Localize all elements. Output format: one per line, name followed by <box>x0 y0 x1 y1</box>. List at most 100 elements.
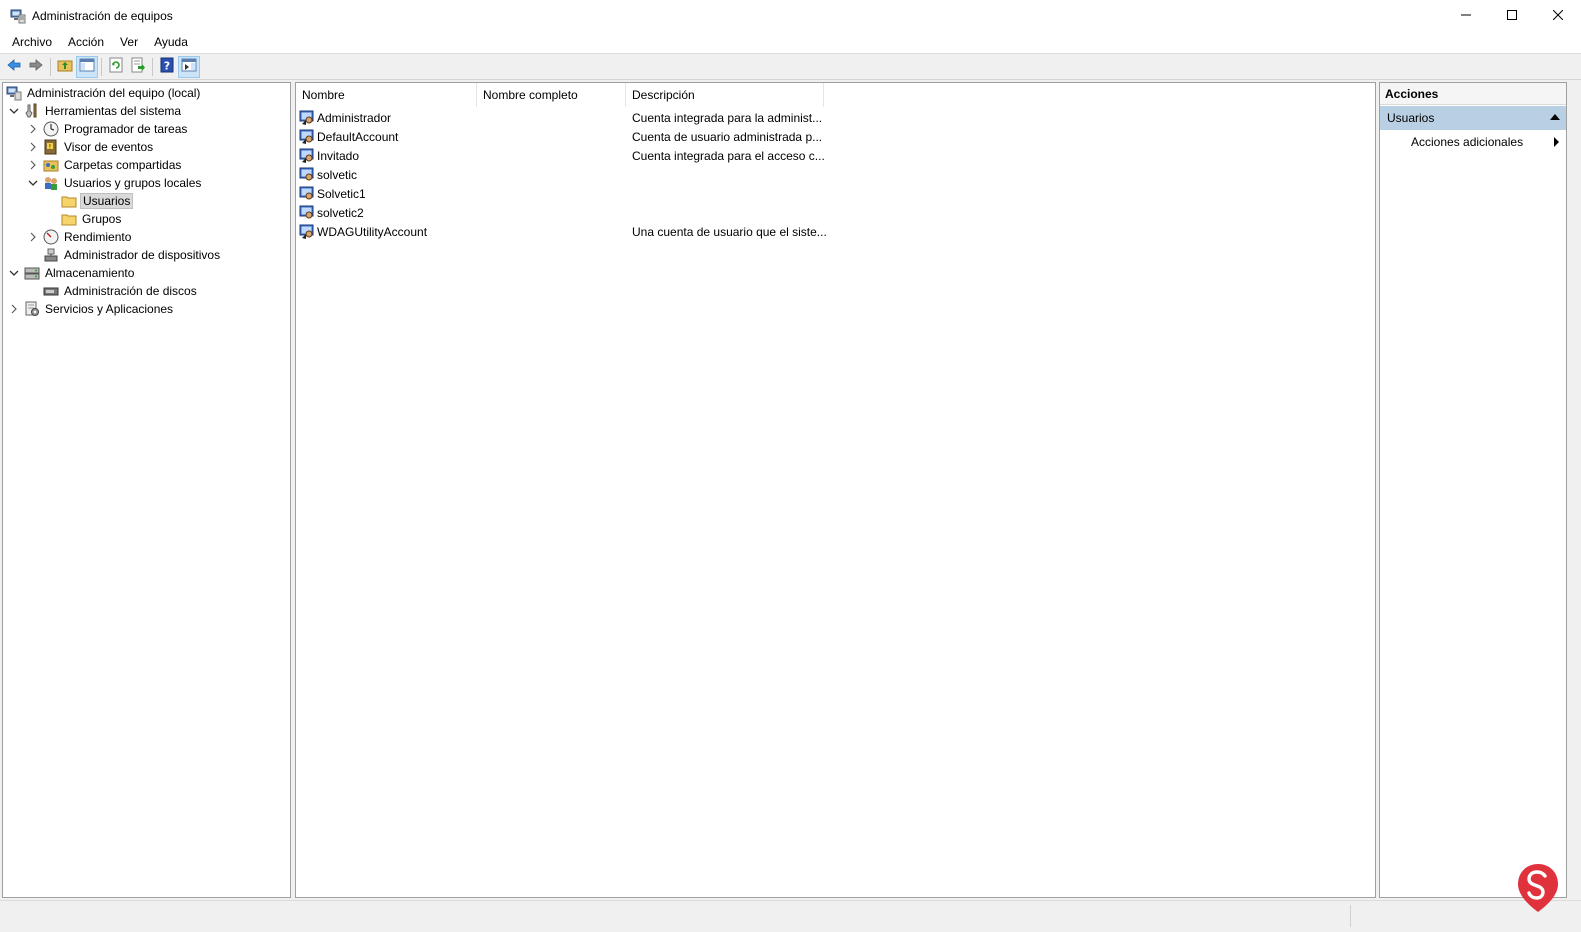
menu-ayuda[interactable]: Ayuda <box>146 32 196 52</box>
computer-management-icon <box>10 8 26 24</box>
back-button[interactable] <box>3 56 25 78</box>
table-row[interactable]: solvetic2 <box>299 203 629 222</box>
menu-accion[interactable]: Acción <box>60 32 112 52</box>
user-description: Una cuenta de usuario que el siste... <box>632 224 827 239</box>
tree-item-label: Carpetas compartidas <box>64 158 182 172</box>
folder-icon <box>61 211 77 227</box>
menu-bar: Archivo Acción Ver Ayuda <box>0 31 1581 53</box>
forward-button[interactable] <box>25 56 47 78</box>
toolbar: ? <box>0 53 1581 80</box>
user-name: solvetic <box>317 167 358 182</box>
tree-item-task-scheduler[interactable]: Programador de tareas <box>27 120 189 138</box>
tree-item-grupos[interactable]: Grupos <box>61 210 123 228</box>
column-header-nombre-completo[interactable]: Nombre completo <box>477 83 626 107</box>
tree-item-label: Administrador de dispositivos <box>64 248 221 262</box>
console-tree: Administración del equipo (local) Herram… <box>2 82 291 898</box>
chevron-right-icon[interactable] <box>27 141 39 153</box>
actions-section-label: Usuarios <box>1387 111 1435 125</box>
chevron-down-icon[interactable] <box>8 105 20 117</box>
svg-text:!: ! <box>49 144 51 151</box>
status-bar <box>0 900 1581 932</box>
tree-item-device-manager[interactable]: Administrador de dispositivos <box>43 246 222 264</box>
back-arrow-icon <box>6 57 22 76</box>
svg-text:?: ? <box>164 60 170 73</box>
maximize-button[interactable] <box>1489 0 1535 31</box>
export-list-button[interactable] <box>127 56 149 78</box>
tree-item-label: Administración del equipo (local) <box>27 86 201 100</box>
user-account-icon <box>299 186 315 202</box>
minimize-icon <box>1461 9 1471 23</box>
chevron-down-icon[interactable] <box>8 267 20 279</box>
event-viewer-icon: ! <box>43 139 59 155</box>
column-header-descripcion[interactable]: Descripción <box>626 83 824 107</box>
toolbar-separator <box>152 57 153 76</box>
help-icon: ? <box>159 57 175 76</box>
tree-item-services-applications[interactable]: Servicios y Aplicaciones <box>8 300 175 318</box>
menu-ver[interactable]: Ver <box>112 32 146 52</box>
tree-item-system-tools[interactable]: Herramientas del sistema <box>8 102 183 120</box>
services-applications-icon <box>24 301 40 317</box>
tree-item-label: Almacenamiento <box>45 266 135 280</box>
chevron-down-icon[interactable] <box>27 177 39 189</box>
chevron-right-icon[interactable] <box>27 123 39 135</box>
tree-item-storage[interactable]: Almacenamiento <box>8 264 136 282</box>
tree-item-rendimiento[interactable]: Rendimiento <box>27 228 133 246</box>
tree-item-shared-folders[interactable]: Carpetas compartidas <box>27 156 183 174</box>
close-button[interactable] <box>1535 0 1581 31</box>
list-header: Nombre Nombre completo Descripción <box>296 83 824 107</box>
shared-folders-icon <box>43 157 59 173</box>
toolbar-separator <box>101 57 102 76</box>
title-bar: Administración de equipos <box>0 0 1581 31</box>
table-row[interactable]: Solvetic1 <box>299 184 629 203</box>
collapse-caret-icon[interactable] <box>1550 114 1560 120</box>
status-divider <box>1350 905 1351 927</box>
tree-item-event-viewer[interactable]: ! Visor de eventos <box>27 138 155 156</box>
show-hide-console-tree-button[interactable] <box>76 55 98 78</box>
table-row[interactable]: WDAGUtilityAccount Una cuenta de usuario… <box>299 222 827 241</box>
show-hide-action-pane-button[interactable] <box>178 55 200 78</box>
user-account-icon <box>299 224 315 240</box>
tree-item-computer-management[interactable]: Administración del equipo (local) <box>6 84 202 102</box>
chevron-right-icon[interactable] <box>27 231 39 243</box>
tree-item-label: Herramientas del sistema <box>45 104 182 118</box>
storage-icon <box>24 265 40 281</box>
watermark-logo-icon <box>1516 862 1560 914</box>
table-row[interactable]: Invitado Cuenta integrada para el acceso… <box>299 146 825 165</box>
tree-item-local-users-groups[interactable]: Usuarios y grupos locales <box>27 174 203 192</box>
user-account-icon <box>299 148 315 164</box>
local-users-groups-icon <box>43 175 59 191</box>
action-item-more-actions[interactable]: Acciones adicionales <box>1380 130 1566 154</box>
table-row[interactable]: solvetic <box>299 165 629 184</box>
user-account-icon <box>299 205 315 221</box>
user-name: WDAGUtilityAccount <box>317 224 428 239</box>
tree-item-usuarios[interactable]: Usuarios <box>61 192 134 210</box>
user-name: Solvetic1 <box>317 186 366 201</box>
actions-pane: Acciones Usuarios Acciones adicionales <box>1379 82 1567 898</box>
tree-item-label: Grupos <box>82 212 122 226</box>
toolbar-separator <box>50 57 51 76</box>
user-name: Invitado <box>317 148 360 163</box>
chevron-right-icon[interactable] <box>8 303 20 315</box>
column-header-nombre[interactable]: Nombre <box>296 83 477 107</box>
user-name: DefaultAccount <box>317 129 399 144</box>
window-title: Administración de equipos <box>32 8 173 23</box>
user-description: Cuenta de usuario administrada p... <box>632 129 823 144</box>
tree-item-disk-management[interactable]: Administración de discos <box>43 282 199 300</box>
user-description: Cuenta integrada para el acceso c... <box>632 148 825 163</box>
computer-management-icon <box>6 85 22 101</box>
table-row[interactable]: Administrador Cuenta integrada para la a… <box>299 108 822 127</box>
actions-section-usuarios[interactable]: Usuarios <box>1380 106 1566 130</box>
table-row[interactable]: DefaultAccount Cuenta de usuario adminis… <box>299 127 822 146</box>
close-icon <box>1552 9 1564 23</box>
up-one-level-button[interactable] <box>54 56 76 78</box>
help-button[interactable]: ? <box>156 56 178 78</box>
menu-archivo[interactable]: Archivo <box>4 32 60 52</box>
device-manager-icon <box>43 247 59 263</box>
tree-item-label: Programador de tareas <box>64 122 188 136</box>
disk-management-icon <box>43 283 59 299</box>
chevron-right-icon[interactable] <box>27 159 39 171</box>
refresh-button[interactable] <box>105 56 127 78</box>
refresh-icon <box>108 57 124 76</box>
maximize-icon <box>1507 9 1517 23</box>
minimize-button[interactable] <box>1443 0 1489 31</box>
